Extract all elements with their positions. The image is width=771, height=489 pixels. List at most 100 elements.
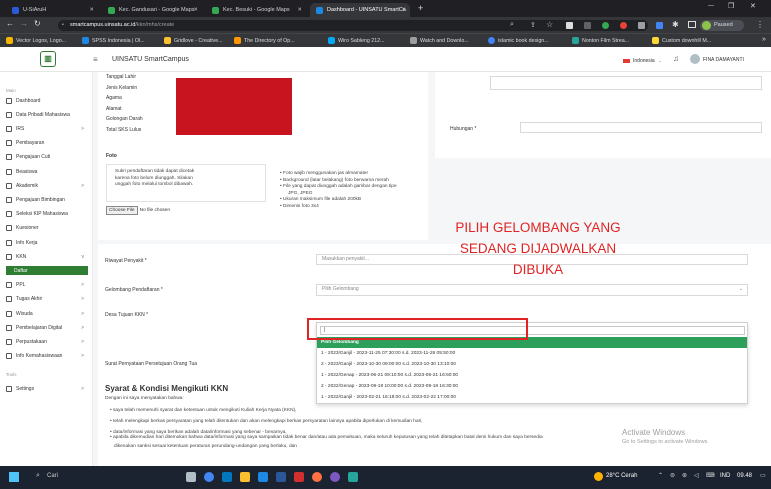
minimize-icon[interactable]: — — [708, 3, 714, 9]
browser-tab-active[interactable]: Dashboard - UINSATU SmartCa ✕ — [310, 3, 410, 17]
wifi-icon[interactable]: ⊛ — [682, 472, 687, 479]
choose-file-button[interactable]: Choose File — [106, 206, 138, 215]
new-tab-icon[interactable]: + — [418, 3, 423, 13]
paused-label: Paused — [714, 22, 733, 28]
user-name[interactable]: FINA DAMAYANTI — [703, 57, 744, 63]
textarea-field[interactable] — [490, 76, 762, 90]
bookmark-item[interactable]: Gridlove - Creative... — [164, 37, 223, 44]
network-icon[interactable]: ⊜ — [670, 472, 675, 479]
bookmark-item[interactable]: The Directory of Op... — [234, 37, 295, 44]
sidebar-item-akademik[interactable]: Akademik > — [6, 181, 88, 190]
dropdown-option[interactable]: 1 - 2023/Ganjil - 2023-11-25 07:30:00 s.… — [317, 348, 747, 359]
sidebar-item-perpustakaan[interactable]: Perpustakaan > — [6, 337, 88, 346]
back-icon[interactable]: ← — [6, 19, 14, 28]
sidebar-item-ppl[interactable]: PPL > — [6, 281, 88, 290]
task-view-icon[interactable] — [186, 472, 196, 482]
tray-chevron-icon[interactable]: ⌃ — [658, 472, 663, 479]
weather-label[interactable]: 28°C Cerah — [606, 473, 637, 479]
reload-icon[interactable]: ↻ — [34, 19, 41, 28]
app-icon[interactable] — [312, 472, 322, 482]
app-icon[interactable] — [330, 472, 340, 482]
side-panel-icon[interactable] — [688, 21, 696, 28]
sidebar-item-info-kemahasiswaan[interactable]: Info Kemahasiswaan > — [6, 352, 88, 361]
notification-bell-icon[interactable]: ♫ — [673, 54, 679, 63]
forward-icon[interactable]: → — [20, 19, 28, 28]
sidebar-item-settings[interactable]: Settings > — [6, 384, 88, 393]
bookmark-item[interactable]: Vector Logos, Logo... — [6, 37, 66, 44]
url-bar[interactable]: ▪ smartcampus.uinsatu.ac.id/kkn/mhs/crea… — [58, 20, 648, 31]
sidebar-item-kkn[interactable]: KKN v — [6, 252, 88, 261]
gelombang-select[interactable]: Pilih Gelombang ⌄ — [316, 284, 748, 296]
profile-paused-button[interactable]: Paused — [700, 20, 744, 31]
extensions-puzzle-icon[interactable]: ✱ — [672, 20, 679, 29]
windows-start-icon[interactable] — [9, 472, 19, 482]
sidebar-item-info-kerja[interactable]: Info Kerja — [6, 238, 88, 247]
extension-icon[interactable] — [584, 22, 591, 29]
selection-icon — [6, 211, 12, 218]
dropdown-option[interactable]: 2 - 2022/Genap - 2023-09-18 10:00:00 s.d… — [317, 381, 747, 392]
sidebar-item-pengajuan-bimbingan[interactable]: Pengajuan Bimbingan — [6, 195, 88, 204]
menu-kebab-icon[interactable]: ⋮ — [756, 20, 764, 29]
dropdown-option[interactable]: 1 - 2022/Ganjil - 2023-02-21 16:18:00 s.… — [317, 392, 747, 403]
bookmark-item[interactable]: Custom downhill M... — [652, 37, 711, 44]
dropdown-option[interactable]: 2 - 2023/Ganjil - 2023-10-30 09:00:00 s.… — [317, 359, 747, 370]
taskbar-search-label[interactable]: Cari — [47, 473, 58, 479]
sidebar-item-pembelajaran-digital[interactable]: Pembelajaran Digital > — [6, 323, 88, 332]
close-tab-icon[interactable]: ✕ — [193, 7, 198, 13]
sidebar-item-seleksi-kip-mahasiswa[interactable]: Seleksi KIP Mahasiswa — [6, 210, 88, 219]
hubungan-input[interactable] — [520, 122, 762, 133]
sidebar-item-label: Kuesioner — [16, 225, 39, 232]
bookmark-item[interactable]: islamic book design... — [488, 37, 549, 44]
edge-icon[interactable] — [222, 472, 232, 482]
share-icon[interactable]: ⇪ — [530, 21, 536, 29]
close-tab-icon[interactable]: ✕ — [297, 7, 302, 13]
keyboard-icon[interactable]: ⌨ — [706, 472, 715, 479]
maximize-icon[interactable]: ❐ — [728, 2, 734, 10]
word-icon[interactable] — [276, 472, 286, 482]
chrome-icon[interactable] — [204, 472, 214, 482]
extension-icon[interactable] — [638, 22, 645, 29]
browser-tab[interactable]: U-SiAruH ✕ — [6, 3, 98, 17]
close-tab-icon[interactable]: ✕ — [89, 7, 94, 13]
dropdown-option[interactable]: 1 - 2022/Genap - 2023-06-21 09:10:00 s.d… — [317, 370, 747, 381]
user-avatar[interactable] — [690, 54, 700, 64]
sidebar-item-tugas-akhir[interactable]: Tugas Akhir > — [6, 295, 88, 304]
sidebar-item-daftar[interactable]: Daftar — [6, 266, 88, 276]
sidebar-item-pembayaran[interactable]: Pembayaran — [6, 139, 88, 148]
bookmark-item[interactable]: SPSS Indonesia | Ol... — [82, 37, 145, 44]
bookmark-item[interactable]: Nonton Film Strea... — [572, 37, 629, 44]
search-icon[interactable]: ⌕ — [36, 472, 40, 480]
sidebar-item-beasiswa[interactable]: Beasiswa — [6, 167, 88, 176]
hamburger-menu-icon[interactable]: ≡ — [93, 55, 98, 64]
sidebar-item-data-pribadi-mahasiswa[interactable]: Data Pribadi Mahasiswa — [6, 110, 88, 119]
zoom-icon[interactable]: ⌕ — [510, 21, 514, 29]
extension-icon[interactable] — [602, 22, 609, 29]
sidebar-item-dashboard[interactable]: Dashboard — [6, 96, 88, 105]
file-explorer-icon[interactable] — [240, 472, 250, 482]
store-icon[interactable] — [258, 472, 268, 482]
more-bookmarks-icon[interactable]: » — [762, 36, 766, 43]
extension-icon[interactable] — [566, 22, 573, 29]
bookmark-item[interactable]: Watch and Downlo... — [410, 37, 469, 44]
redacted-box — [176, 78, 292, 135]
extension-icon[interactable] — [656, 22, 663, 29]
sidebar-item-wisuda[interactable]: Wisuda > — [6, 309, 88, 318]
bookmark-item[interactable]: Wiro Sableng 212... — [328, 37, 385, 44]
clock[interactable]: 09.48 — [737, 473, 752, 479]
close-window-icon[interactable]: ✕ — [750, 2, 756, 10]
file-input[interactable]: Choose File No file chosen — [106, 206, 170, 215]
close-tab-icon[interactable]: ✕ — [401, 7, 406, 13]
sidebar-item-kuesioner[interactable]: Kuesioner — [6, 224, 88, 233]
app-icon[interactable] — [348, 472, 358, 482]
volume-icon[interactable]: ◁ — [694, 472, 699, 479]
browser-tab[interactable]: Kec. Besuki - Google Maps ✕ — [206, 3, 306, 17]
input-language[interactable]: IND — [720, 473, 730, 479]
app-icon[interactable] — [294, 472, 304, 482]
sidebar-item-pengajuan-cuti[interactable]: Pengajuan Cuti — [6, 153, 88, 162]
bookmark-star-icon[interactable]: ☆ — [546, 20, 553, 29]
extension-icon[interactable] — [620, 22, 627, 29]
browser-tab[interactable]: Kec. Gandusari - Google Maps ✕ — [102, 3, 202, 17]
sidebar-item-irs[interactable]: IRS > — [6, 124, 88, 133]
language-selector[interactable]: Indonesia ⌄ — [623, 58, 662, 64]
notification-icon[interactable]: ▭ — [760, 472, 766, 479]
